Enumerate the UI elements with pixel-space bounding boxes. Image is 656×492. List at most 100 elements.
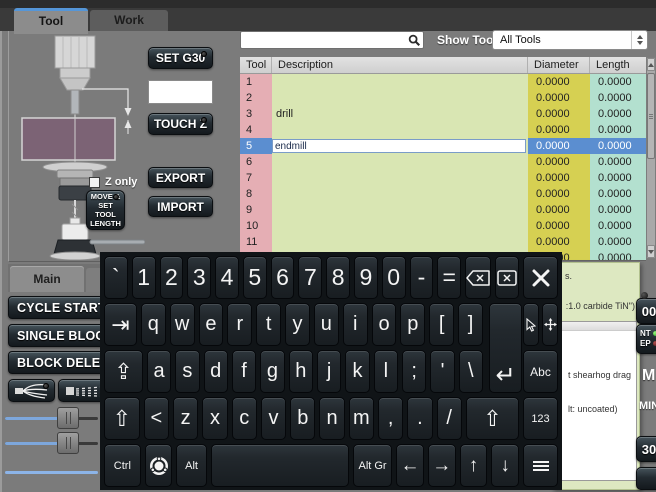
set-g30-button[interactable]: SET G30: [148, 47, 213, 69]
keyboard-key[interactable]: o: [372, 303, 397, 346]
keyboard-key[interactable]: i: [343, 303, 368, 346]
keyboard-key[interactable]: v: [261, 397, 286, 440]
keyboard-key[interactable]: a: [147, 350, 171, 393]
scroll-down-button[interactable]: [647, 245, 655, 258]
slider-handle[interactable]: [57, 407, 79, 429]
backspace-key[interactable]: [465, 256, 491, 299]
scrollbar-thumb[interactable]: [647, 73, 655, 159]
keyboard-key[interactable]: ]: [458, 303, 483, 346]
keyboard-key[interactable]: j: [317, 350, 341, 393]
keyboard-key[interactable]: =: [437, 256, 461, 299]
table-row[interactable]: 60.00000.0000: [240, 154, 646, 170]
keyboard-key[interactable]: g: [260, 350, 284, 393]
keyboard-key[interactable]: 8: [326, 256, 350, 299]
table-row[interactable]: 100.00000.0000: [240, 218, 646, 234]
import-button[interactable]: IMPORT: [148, 196, 213, 217]
slider-handle[interactable]: [57, 432, 79, 454]
pointer-mode-key[interactable]: [523, 303, 539, 346]
table-row-selected[interactable]: 5 0.0000 0.0000: [240, 138, 646, 154]
keyboard-key[interactable]: z: [173, 397, 198, 440]
alt-key[interactable]: Alt: [176, 444, 206, 487]
header-length[interactable]: Length: [590, 57, 646, 73]
tool-touch-entry[interactable]: [148, 80, 213, 104]
table-row[interactable]: 80.00000.0000: [240, 186, 646, 202]
arrow-down-key[interactable]: ↓: [491, 444, 519, 487]
keyboard-key[interactable]: p: [400, 303, 425, 346]
ctrl-key[interactable]: Ctrl: [104, 444, 141, 487]
keyboard-key[interactable]: t: [256, 303, 281, 346]
keyboard-key[interactable]: 9: [354, 256, 378, 299]
maxvel-slider-track[interactable]: [5, 471, 98, 474]
arrow-left-key[interactable]: ←: [396, 444, 424, 487]
table-row[interactable]: 3drill0.00000.0000: [240, 106, 646, 122]
keyboard-key[interactable]: u: [314, 303, 339, 346]
stepper-icon[interactable]: [631, 31, 647, 49]
keyboard-key[interactable]: 2: [160, 256, 184, 299]
keyboard-key[interactable]: s: [175, 350, 199, 393]
keyboard-key[interactable]: h: [289, 350, 313, 393]
keyboard-key[interactable]: ': [430, 350, 454, 393]
feed-override-slider[interactable]: [5, 407, 98, 429]
abc-layout-key[interactable]: Abc: [523, 350, 558, 393]
keyboard-key[interactable]: <: [144, 397, 169, 440]
keyboard-key[interactable]: 4: [215, 256, 239, 299]
keyboard-key[interactable]: q: [141, 303, 166, 346]
keyboard-key[interactable]: 7: [298, 256, 322, 299]
keyboard-key[interactable]: b: [290, 397, 315, 440]
keyboard-key[interactable]: 5: [243, 256, 267, 299]
dropdown-item[interactable]: lt: uncoated): [568, 404, 618, 414]
edge-button-partial[interactable]: [636, 467, 656, 490]
space-key[interactable]: [211, 444, 349, 487]
altgr-key[interactable]: Alt Gr: [353, 444, 392, 487]
table-row[interactable]: 20.00000.0000: [240, 90, 646, 106]
edge-button-00[interactable]: 00: [636, 298, 656, 324]
coolant-button[interactable]: [8, 379, 55, 402]
z-only-checkbox[interactable]: [89, 177, 100, 188]
menu-key[interactable]: [523, 444, 558, 487]
tab-key[interactable]: ⇥: [104, 303, 137, 346]
keyboard-key[interactable]: m: [349, 397, 374, 440]
edge-button-nt-ep[interactable]: NT EP: [636, 324, 656, 354]
delete-key[interactable]: [495, 256, 519, 299]
keyboard-key[interactable]: -: [410, 256, 434, 299]
description-edit-input[interactable]: [272, 139, 526, 153]
close-keyboard-key[interactable]: [523, 256, 558, 299]
move-keyboard-key[interactable]: [542, 303, 558, 346]
table-row[interactable]: 110.00000.0000: [240, 234, 646, 250]
header-tool[interactable]: Tool: [240, 57, 272, 73]
keyboard-key[interactable]: r: [227, 303, 252, 346]
keyboard-key[interactable]: l: [374, 350, 398, 393]
table-scrollbar[interactable]: [646, 57, 656, 259]
header-description[interactable]: Description: [272, 57, 528, 73]
keyboard-key[interactable]: x: [202, 397, 227, 440]
keyboard-key[interactable]: n: [319, 397, 344, 440]
keyboard-key[interactable]: ,: [378, 397, 403, 440]
arrow-right-key[interactable]: →: [428, 444, 456, 487]
header-diameter[interactable]: Diameter: [528, 57, 590, 73]
shift-left-key[interactable]: ⇧: [104, 397, 140, 440]
table-row[interactable]: 40.00000.0000: [240, 122, 646, 138]
numeric-layout-key[interactable]: 123: [523, 397, 558, 440]
keyboard-key[interactable]: c: [232, 397, 257, 440]
keyboard-key[interactable]: e: [199, 303, 224, 346]
enter-key[interactable]: ↵: [489, 303, 522, 393]
tab-main[interactable]: Main: [10, 266, 84, 292]
caps-lock-key[interactable]: ⇪: [104, 350, 143, 393]
touch-z-button[interactable]: TOUCH Z: [148, 113, 213, 135]
keyboard-key[interactable]: k: [345, 350, 369, 393]
export-button[interactable]: EXPORT: [148, 167, 213, 188]
super-key[interactable]: [145, 444, 173, 487]
keyboard-key[interactable]: 3: [187, 256, 211, 299]
table-row[interactable]: 90.00000.0000: [240, 202, 646, 218]
keyboard-key[interactable]: d: [204, 350, 228, 393]
keyboard-key[interactable]: y: [285, 303, 310, 346]
scroll-up-button[interactable]: [647, 58, 655, 71]
keyboard-key[interactable]: 1: [132, 256, 156, 299]
table-row[interactable]: 70.00000.0000: [240, 170, 646, 186]
keyboard-key[interactable]: .: [407, 397, 432, 440]
keyboard-key[interactable]: \: [459, 350, 483, 393]
dropdown-item[interactable]: t shearhog drag: [568, 370, 631, 380]
keyboard-key[interactable]: f: [232, 350, 256, 393]
edge-button-30[interactable]: 30: [636, 436, 656, 462]
keyboard-key[interactable]: w: [170, 303, 195, 346]
